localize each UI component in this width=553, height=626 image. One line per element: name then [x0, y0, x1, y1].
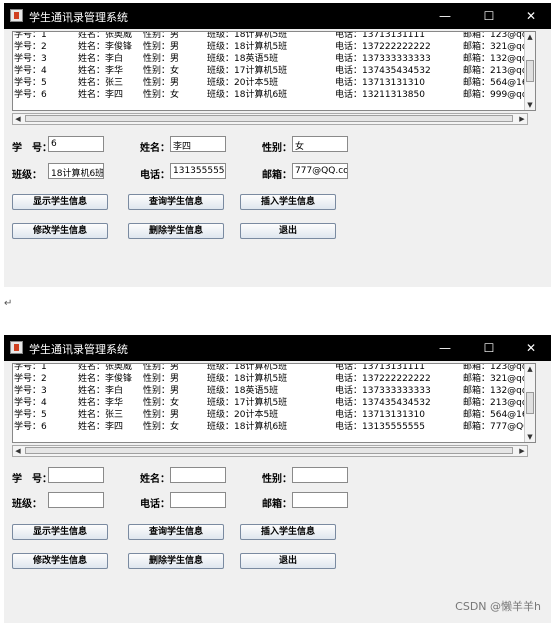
- list-item[interactable]: 学号：4 姓名：李华 性别：女 班级：17计算机5班 电话：137435434532 邮箱…: [13, 395, 535, 408]
- scroll-right-icon[interactable]: ▶: [517, 114, 527, 124]
- scroll-up-icon[interactable]: ▲: [525, 364, 535, 374]
- return-mark: ↵: [4, 298, 13, 309]
- list-item[interactable]: 学号：1 姓名：张奥威 性别：男 班级：18计算机5班 电话：13713131111 邮箱…: [13, 364, 535, 372]
- phone-field[interactable]: [170, 492, 226, 508]
- maximize-button[interactable]: ☐: [469, 337, 509, 359]
- class-field[interactable]: [48, 492, 104, 508]
- list-item[interactable]: 学号：1 姓名：张奥威 性别：男 班级：18计算机5班 电话：13713131111 邮箱…: [13, 32, 535, 40]
- minimize-button[interactable]: —: [425, 5, 465, 27]
- insert-student-button[interactable]: 插入学生信息: [240, 194, 336, 210]
- horizontal-scroll-thumb[interactable]: [25, 447, 513, 454]
- list-item[interactable]: 学号：3 姓名：李白 性别：男 班级：18英语5班 电话：137333333333 邮箱：…: [13, 51, 535, 64]
- email-field[interactable]: [292, 492, 348, 508]
- title-bar[interactable]: 学生通讯录管理系统 — ☐ ✕: [4, 335, 551, 361]
- email-field[interactable]: 777@QQ.com: [292, 163, 348, 179]
- modify-student-button[interactable]: 修改学生信息: [12, 553, 108, 569]
- exit-button[interactable]: 退出: [240, 223, 336, 239]
- list-item[interactable]: 学号：2 姓名：李俊锋 性别：男 班级：18计算机5班 电话：137222222222 邮…: [13, 371, 535, 384]
- name-label: 姓名：: [140, 474, 170, 485]
- java-app-icon: [10, 341, 23, 354]
- name-field[interactable]: [170, 467, 226, 483]
- close-button[interactable]: ✕: [511, 5, 551, 27]
- horizontal-scrollbar[interactable]: ◀ ▶: [12, 445, 528, 457]
- scroll-left-icon[interactable]: ◀: [13, 446, 23, 456]
- email-label: 邮箱：: [262, 170, 292, 181]
- gender-field[interactable]: 女: [292, 136, 348, 152]
- student-list[interactable]: 学号：1 姓名：张奥威 性别：男 班级：18计算机5班 电话：13713131111 邮箱…: [12, 31, 536, 111]
- scroll-down-icon[interactable]: ▼: [525, 100, 535, 110]
- class-label: 班级：: [12, 170, 42, 181]
- list-item[interactable]: 学号：5 姓名：张三 性别：男 班级：20计本5班 电话：13713131310 邮箱：5…: [13, 407, 535, 420]
- query-student-button[interactable]: 查询学生信息: [128, 194, 224, 210]
- delete-student-button[interactable]: 删除学生信息: [128, 553, 224, 569]
- horizontal-scroll-thumb[interactable]: [25, 115, 513, 122]
- app-window-bottom: 学生通讯录管理系统 — ☐ ✕ 学号：1 姓名：张奥威 性别：男 班级：18计算机5班…: [4, 335, 551, 623]
- id-label: 学 号：: [12, 143, 52, 154]
- list-item[interactable]: 学号：4 姓名：李华 性别：女 班级：17计算机5班 电话：137435434532 邮箱…: [13, 63, 535, 76]
- maximize-button[interactable]: ☐: [469, 5, 509, 27]
- show-student-button[interactable]: 显示学生信息: [12, 524, 108, 540]
- java-app-icon: [10, 9, 23, 22]
- window-title: 学生通讯录管理系统: [29, 343, 128, 356]
- vertical-scrollbar[interactable]: ▲ ▼: [524, 32, 535, 110]
- email-label: 邮箱：: [262, 499, 292, 510]
- gender-label: 性别：: [262, 474, 292, 485]
- list-item[interactable]: 学号：6 姓名：李四 性别：女 班级：18计算机6班 电话：13211313850 邮箱：…: [13, 87, 535, 100]
- query-student-button[interactable]: 查询学生信息: [128, 524, 224, 540]
- list-item[interactable]: 学号：3 姓名：李白 性别：男 班级：18英语5班 电话：137333333333 邮箱：…: [13, 383, 535, 396]
- scroll-up-icon[interactable]: ▲: [525, 32, 535, 42]
- class-label: 班级：: [12, 499, 42, 510]
- modify-student-button[interactable]: 修改学生信息: [12, 223, 108, 239]
- name-field[interactable]: 李四: [170, 136, 226, 152]
- id-field[interactable]: 6: [48, 136, 104, 152]
- vertical-scroll-thumb[interactable]: [526, 60, 534, 82]
- id-label: 学 号：: [12, 474, 52, 485]
- title-bar[interactable]: 学生通讯录管理系统 — ☐ ✕: [4, 3, 551, 29]
- app-window-top: 学生通讯录管理系统 — ☐ ✕ 学号：1 姓名：张奥威 性别：男 班级：18计算机5班…: [4, 3, 551, 287]
- list-item[interactable]: 学号：2 姓名：李俊锋 性别：男 班级：18计算机5班 电话：137222222222 邮…: [13, 39, 535, 52]
- csdn-watermark: CSDN @懒羊羊h: [455, 600, 541, 613]
- list-item[interactable]: 学号：6 姓名：李四 性别：女 班级：18计算机6班 电话：13135555555 邮箱：…: [13, 419, 535, 432]
- scroll-right-icon[interactable]: ▶: [517, 446, 527, 456]
- show-student-button[interactable]: 显示学生信息: [12, 194, 108, 210]
- exit-button[interactable]: 退出: [240, 553, 336, 569]
- gender-field[interactable]: [292, 467, 348, 483]
- scroll-left-icon[interactable]: ◀: [13, 114, 23, 124]
- vertical-scrollbar[interactable]: ▲ ▼: [524, 364, 535, 442]
- id-field[interactable]: [48, 467, 104, 483]
- minimize-button[interactable]: —: [425, 337, 465, 359]
- scroll-down-icon[interactable]: ▼: [525, 432, 535, 442]
- phone-label: 电话：: [140, 170, 170, 181]
- delete-student-button[interactable]: 删除学生信息: [128, 223, 224, 239]
- gender-label: 性别：: [262, 143, 292, 154]
- list-item[interactable]: 学号：5 姓名：张三 性别：男 班级：20计本5班 电话：13713131310 邮箱：5…: [13, 75, 535, 88]
- phone-field[interactable]: 13135555555: [170, 163, 226, 179]
- name-label: 姓名：: [140, 143, 170, 154]
- vertical-scroll-thumb[interactable]: [526, 392, 534, 414]
- close-button[interactable]: ✕: [511, 337, 551, 359]
- student-list[interactable]: 学号：1 姓名：张奥威 性别：男 班级：18计算机5班 电话：13713131111 邮箱…: [12, 363, 536, 443]
- window-title: 学生通讯录管理系统: [29, 11, 128, 24]
- class-field[interactable]: 18计算机6班: [48, 163, 104, 179]
- phone-label: 电话：: [140, 499, 170, 510]
- horizontal-scrollbar[interactable]: ◀ ▶: [12, 113, 528, 125]
- insert-student-button[interactable]: 插入学生信息: [240, 524, 336, 540]
